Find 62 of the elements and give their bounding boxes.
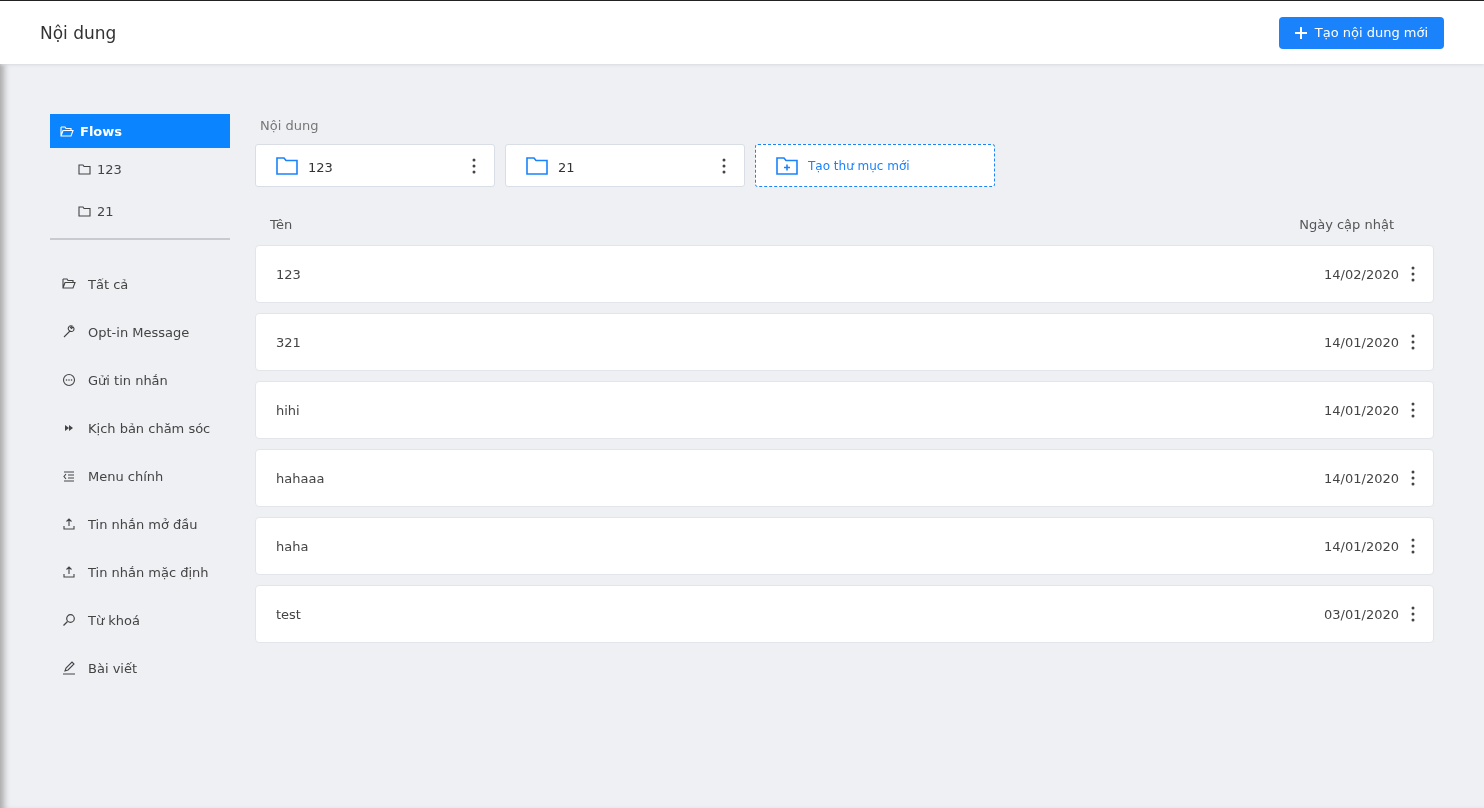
content-row[interactable]: 123 14/02/2020	[255, 245, 1434, 303]
sidebar-item[interactable]: Opt-in Message	[50, 308, 230, 356]
content-row[interactable]: 321 14/01/2020	[255, 313, 1434, 371]
folder-tree-item[interactable]: Flows	[50, 114, 230, 148]
content-row[interactable]: haha 14/01/2020	[255, 517, 1434, 575]
updated-date: 03/01/2020	[1324, 606, 1399, 622]
sidebar-item[interactable]: Gửi tin nhắn	[50, 356, 230, 404]
content-name: hihi	[276, 402, 301, 418]
content-row[interactable]: hahaaa 14/01/2020	[255, 449, 1434, 507]
upload-icon	[62, 565, 76, 579]
sidebar-item[interactable]: Tin nhắn mặc định	[50, 548, 230, 596]
more-options-icon[interactable]	[1411, 606, 1415, 622]
content-row[interactable]: hihi 14/01/2020	[255, 381, 1434, 439]
menu-icon	[62, 469, 76, 483]
breadcrumb[interactable]: Nội dung	[255, 118, 1434, 133]
more-options-icon[interactable]	[472, 157, 476, 174]
folder-icon	[78, 205, 91, 217]
folder-card[interactable]: 123	[255, 144, 495, 187]
open-folder-icon	[60, 125, 74, 137]
sidebar-item[interactable]: Tất cả	[50, 260, 230, 308]
sidebar-item[interactable]: Từ khoá	[50, 596, 230, 644]
column-header: Tên	[270, 217, 293, 232]
page-title: Nội dung	[40, 22, 117, 43]
more-options-icon[interactable]	[1411, 538, 1415, 554]
more-options-icon[interactable]	[1411, 402, 1415, 418]
folder-icon	[78, 163, 91, 175]
create-content-button[interactable]: Tạo nội dung mới	[1278, 16, 1444, 49]
sidebar-item[interactable]: Menu chính	[50, 452, 230, 500]
pencil-icon	[62, 661, 76, 675]
folder-plus-icon	[776, 156, 798, 175]
open-folder-icon	[62, 277, 76, 291]
updated-date: 14/01/2020	[1324, 470, 1399, 486]
column-header: Ngày cập nhật	[1299, 217, 1394, 232]
upload-icon	[62, 517, 76, 531]
updated-date: 14/01/2020	[1324, 334, 1399, 350]
folder-icon	[526, 156, 548, 175]
new-folder-button[interactable]: Tạo thư mục mới	[755, 144, 995, 187]
content-name: haha	[276, 538, 310, 554]
more-options-icon[interactable]	[1411, 470, 1415, 486]
content-name: test	[276, 606, 302, 622]
content-name: hahaaa	[276, 470, 326, 486]
content-name: 123	[276, 266, 302, 282]
updated-date: 14/02/2020	[1324, 266, 1399, 282]
content-row[interactable]: test 03/01/2020	[255, 585, 1434, 643]
more-options-icon[interactable]	[1411, 334, 1415, 350]
updated-date: 14/01/2020	[1324, 538, 1399, 554]
sidebar-item[interactable]: Kịch bản chăm sóc	[50, 404, 230, 452]
sidebar-item[interactable]: Bài viết	[50, 644, 230, 692]
more-options-icon[interactable]	[1411, 266, 1415, 282]
folder-name: 123	[308, 159, 334, 175]
updated-date: 14/01/2020	[1324, 402, 1399, 418]
sidebar-item[interactable]: Tin nhắn mở đầu	[50, 500, 230, 548]
content-name: 321	[276, 334, 302, 350]
more-options-icon[interactable]	[722, 157, 726, 174]
plus-icon	[1294, 26, 1307, 39]
folder-tree-item[interactable]: 21	[50, 190, 230, 232]
folder-card[interactable]: 21	[505, 144, 745, 187]
folder-tree-item[interactable]: 123	[50, 148, 230, 190]
folder-name: 21	[558, 159, 576, 175]
folder-icon	[276, 156, 298, 175]
chat-icon	[62, 373, 76, 387]
search-icon	[62, 613, 76, 627]
